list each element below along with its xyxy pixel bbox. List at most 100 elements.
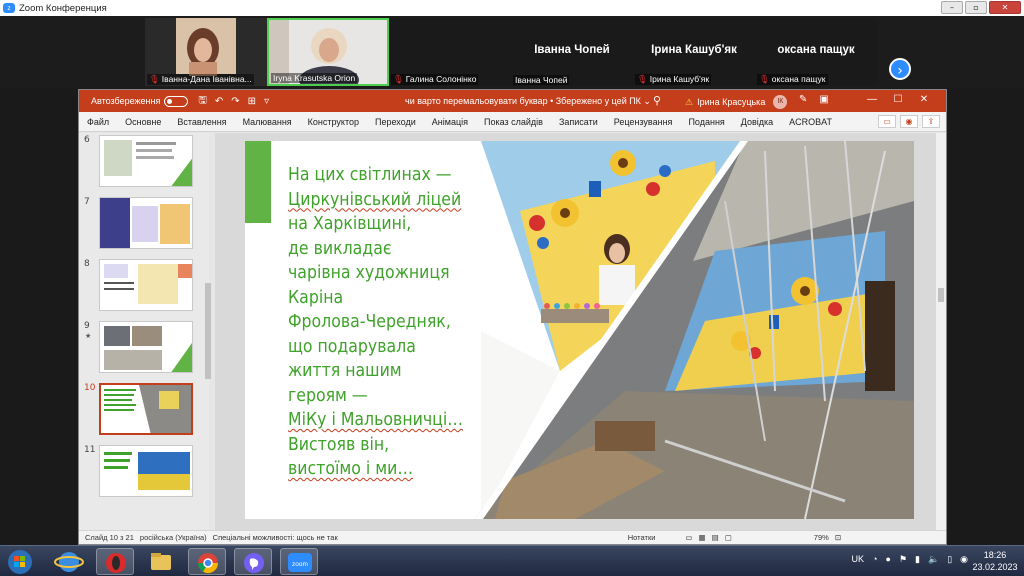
muted-mic-icon: 🎙 [393,74,404,84]
close-button[interactable]: ✕ [989,1,1021,14]
chrome-browser-icon[interactable] [188,548,226,575]
share-icon[interactable]: ⇪ [922,115,940,128]
maximize-button[interactable]: ▫ [965,1,987,14]
ppt-minimize-button[interactable]: — [859,94,885,105]
muted-mic-icon: 🎙 [759,74,770,84]
slide-text-line: МіКу і Мальовничці… [288,410,463,430]
opera-browser-icon[interactable] [96,548,134,575]
start-button[interactable] [4,548,36,575]
ribbon-display-icon[interactable]: ▣ [819,94,828,105]
viber-tray-icon[interactable]: ◉ [960,554,968,565]
flag-icon[interactable]: ⚑ [899,554,907,565]
network-icon[interactable]: ▮ [915,554,920,565]
notes-button[interactable]: Нотатки [628,533,656,542]
record-icon[interactable]: ◉ [900,115,918,128]
ppt-restore-button[interactable]: ☐ [885,94,911,105]
comments-icon[interactable]: ▭ [878,115,896,128]
slide-number: 6 [84,135,90,145]
slide-thumbnail[interactable]: 6 [79,133,209,191]
language-indicator[interactable]: російська (Україна) [140,533,207,542]
participant-tile[interactable]: 🎙 Іванна-Дана Іванівна... [145,18,267,86]
reading-view-icon[interactable]: ▤ [712,533,719,542]
tab-home[interactable]: Основне [125,117,161,127]
tab-insert[interactable]: Вставлення [177,117,226,127]
tab-review[interactable]: Рецензування [614,117,673,127]
tab-slideshow[interactable]: Показ слайдів [484,117,543,127]
tab-animations[interactable]: Анімація [432,117,468,127]
account-area[interactable]: ⚠ Ірина Красуцька ІК [685,95,788,109]
slide-number: 10 [84,383,96,393]
system-clock[interactable]: 18:26 23.02.2023 [970,549,1020,573]
keyboard-language[interactable]: UK [852,554,865,565]
slide-text-line: вистоїмо і ми… [288,459,414,479]
slide-scrollbar[interactable] [936,133,946,530]
tab-help[interactable]: Довідка [741,117,773,127]
participant-display-name: Іванна Чопей [534,44,610,56]
slide-thumbnail[interactable]: 8 [79,257,209,315]
minimize-button[interactable]: – [941,1,963,14]
participant-name: Ірина Кашуб'як [649,74,710,84]
present-icon[interactable]: ⊞ [248,96,256,107]
slide-thumbnail[interactable]: 11 [79,443,209,501]
thumbnails-scrollbar[interactable] [205,283,211,379]
ppt-close-button[interactable]: ✕ [911,94,937,105]
accessibility-status[interactable]: Спеціальні можливості: щось не так [213,533,338,542]
fit-slide-icon[interactable]: ⊡ [835,533,841,542]
participant-tile-active-speaker[interactable]: Iryna Krasutska Orion [267,18,389,86]
slide-thumbnail[interactable]: 7 [79,195,209,253]
zoom-window-title: Zoom Конференция [19,2,107,14]
autosave-label: Автозбереження [91,96,161,106]
participant-tile[interactable]: Ірина Кашуб'як 🎙 Ірина Кашуб'як [633,18,755,86]
slide-text-box[interactable]: На цих світлинах — Циркунівський ліцей н… [288,163,503,482]
tab-file[interactable]: Файл [87,117,109,127]
autosave-toggle[interactable] [164,95,189,107]
tab-transitions[interactable]: Переходи [375,117,416,127]
zoom-level[interactable]: 79% [814,533,829,542]
customize-qat-icon[interactable]: ▿ [264,96,269,107]
slide-text-line: героям — [288,385,368,406]
viber-icon[interactable] [234,548,272,575]
redo-icon[interactable]: ↷ [231,96,239,107]
file-explorer-icon[interactable] [142,548,180,575]
slide-thumbnail[interactable]: 9 ★ [79,319,209,377]
svg-text:zoom: zoom [292,561,308,568]
participant-tile[interactable]: 🎙 Галина Солонінко [389,18,511,86]
slide[interactable]: На цих світлинах — Циркунівський ліцей н… [245,141,914,519]
ie-browser-icon[interactable] [50,548,88,575]
tab-acrobat[interactable]: ACROBAT [789,117,832,127]
participant-tile[interactable]: Іванна Чопей Іванна Чопей [511,18,633,86]
designer-pen-icon[interactable]: ✎ [799,94,807,105]
undo-icon[interactable]: ↶ [215,96,223,107]
chrome-tray-icon[interactable]: ◔ [872,554,877,565]
save-icon[interactable]: 🖫 [198,93,207,110]
slide-canvas: На цих світлинах — Циркунівський ліцей н… [215,133,939,530]
slide-text-line: де викладає [288,238,392,259]
tray-app-icon[interactable]: ● [886,554,891,565]
participant-tile[interactable]: оксана пащук 🎙 оксана пащук [755,18,877,86]
search-icon[interactable]: ⚲ [653,94,661,107]
tab-design[interactable]: Конструктор [308,117,359,127]
normal-view-icon[interactable]: ▭ [685,533,692,542]
participant-name: Іванна-Дана Іванівна... [161,74,252,84]
slide-counter: Слайд 10 з 21 [85,533,134,542]
slideshow-view-icon[interactable]: ▢ [725,533,732,542]
scrollbar-thumb[interactable] [938,288,944,302]
slide-text-line: чарівна художниця [288,263,450,283]
status-bar: Слайд 10 з 21 російська (Україна) Спеціа… [79,530,946,544]
animation-star-icon: ★ [85,332,92,340]
tab-draw[interactable]: Малювання [243,117,292,127]
slide-sorter-icon[interactable]: ▦ [699,533,706,542]
tab-view[interactable]: Подання [688,117,724,127]
slide-number: 11 [84,445,96,455]
zoom-app-icon[interactable]: zoom [280,548,318,575]
document-title[interactable]: чи варто перемальовувати буквар • Збереж… [405,96,651,107]
battery-icon[interactable]: ▯ [947,554,952,565]
slide-thumbnail-selected[interactable]: 10 [79,381,209,439]
clock-time: 18:26 [983,550,1007,560]
system-tray: UK ◔ ● ⚑ ▮ 🔈 ▯ ◉ [844,554,968,565]
next-page-arrow-icon[interactable]: › [889,58,911,80]
muted-mic-icon: 🎙 [637,74,648,84]
tab-record[interactable]: Записати [559,117,598,127]
volume-icon[interactable]: 🔈 [928,554,939,565]
powerpoint-window: Автозбереження 🖫 ↶ ↷ ⊞ ▿ чи варто перема… [78,89,947,545]
